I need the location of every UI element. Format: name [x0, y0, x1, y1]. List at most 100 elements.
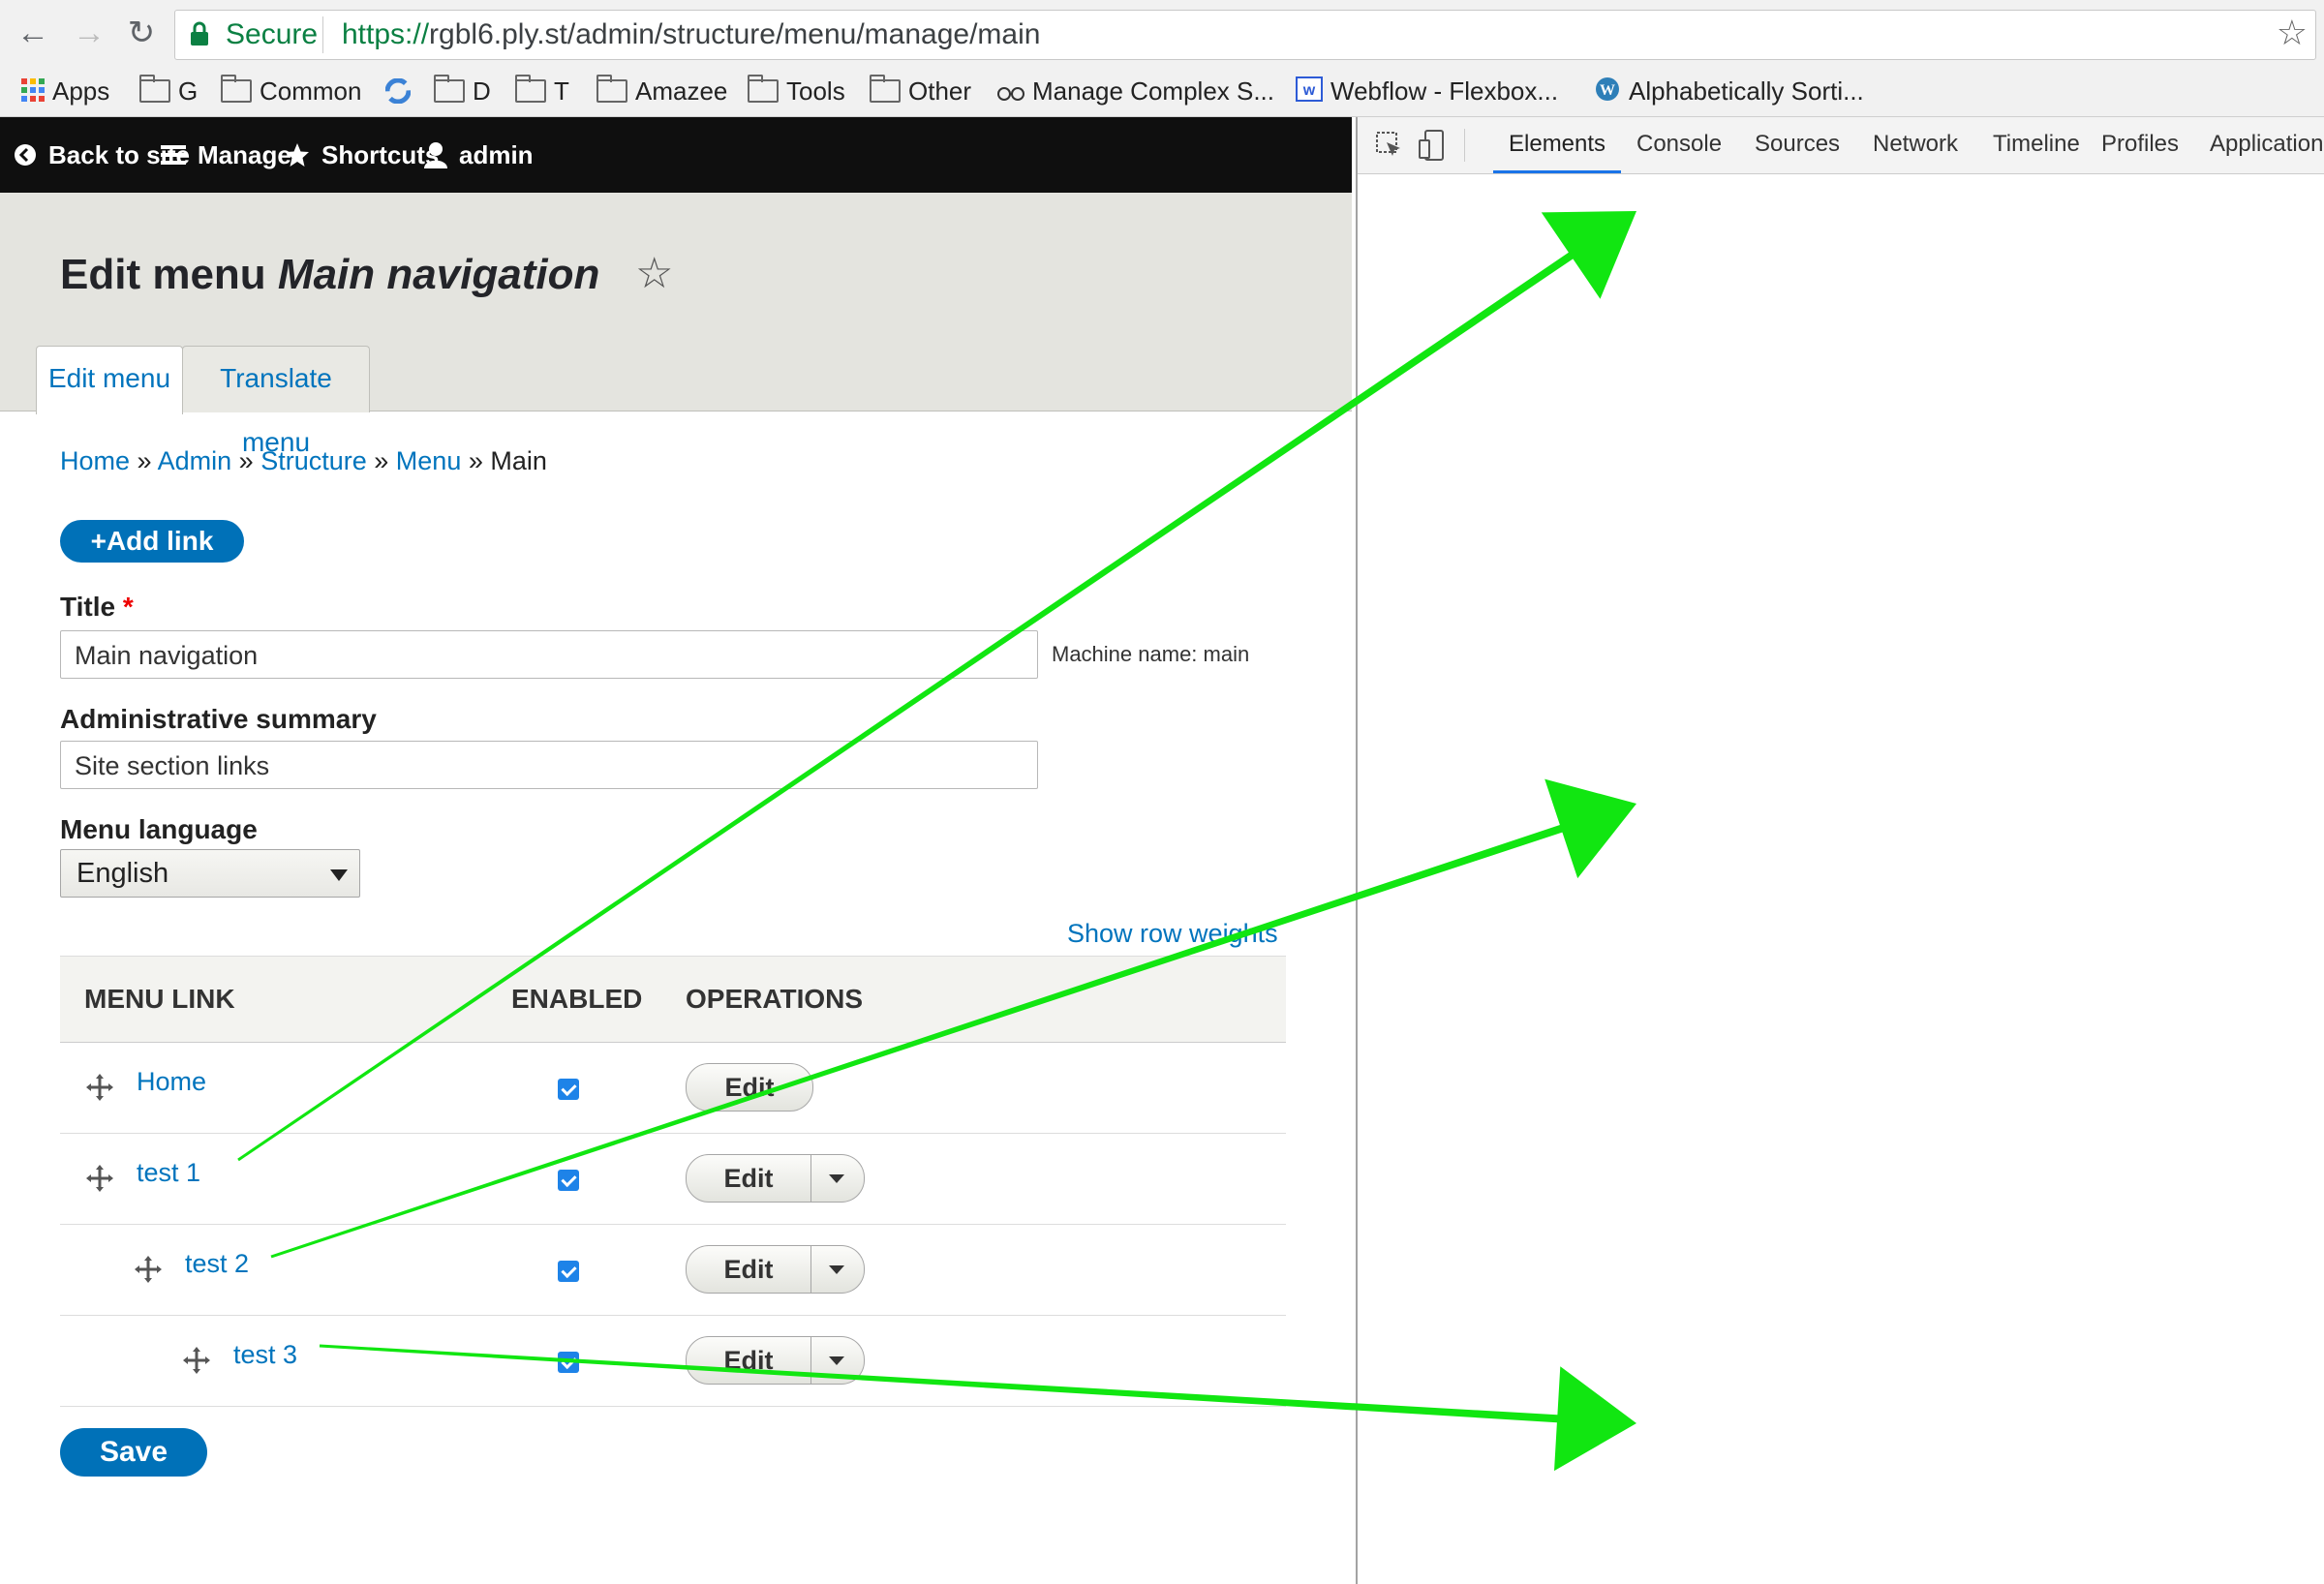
bookmark-item[interactable]: Other: [870, 74, 971, 108]
operations-dropdown-toggle[interactable]: [811, 1336, 865, 1385]
operations-dropdown-toggle[interactable]: [811, 1245, 865, 1294]
bookmark-label: Apps: [52, 76, 110, 106]
menu-link-home[interactable]: Home: [137, 1067, 206, 1097]
page-header: Edit menu Main navigation ☆ Edit menu Tr…: [0, 193, 1352, 457]
show-row-weights-link[interactable]: Show row weights: [1067, 919, 1278, 949]
wordpress-icon: W: [1594, 76, 1621, 111]
col-operations: OPERATIONS: [686, 984, 864, 1014]
shortcut-star-icon[interactable]: ☆: [635, 249, 673, 298]
tab-edit-menu[interactable]: Edit menu: [36, 346, 183, 414]
hamburger-icon: [161, 145, 186, 166]
bookmark-item[interactable]: Amazee: [596, 74, 727, 108]
language-value: English: [76, 858, 169, 889]
devtools-tab-profiles[interactable]: Profiles: [2101, 117, 2179, 173]
title-label-text: Title: [60, 592, 116, 622]
breadcrumb-home[interactable]: Home: [60, 446, 130, 475]
back-arrow-icon[interactable]: ←: [14, 14, 52, 52]
devtools-tab-application[interactable]: Application: [2210, 117, 2323, 173]
star-icon: [286, 143, 309, 168]
drag-handle-icon[interactable]: [134, 1255, 163, 1284]
operations-dropdown-toggle[interactable]: [811, 1154, 865, 1203]
devtools-tab-sources[interactable]: Sources: [1755, 117, 1840, 173]
col-enabled: ENABLED: [511, 984, 643, 1014]
breadcrumb-structure[interactable]: Structure: [260, 446, 367, 475]
browser-chrome: ← → ↻ Secure https://rgbl6.ply.st/admin/…: [0, 0, 2324, 117]
drag-handle-icon[interactable]: [85, 1164, 114, 1193]
summary-input[interactable]: Site section links: [60, 741, 1038, 789]
breadcrumb-menu[interactable]: Menu: [396, 446, 462, 475]
chevron-down-icon: [330, 869, 348, 881]
bookmark-label: G: [178, 76, 199, 106]
edit-button[interactable]: Edit: [686, 1063, 813, 1112]
shortcuts-tab[interactable]: Shortcuts: [285, 117, 439, 193]
edit-button[interactable]: Edit: [686, 1336, 811, 1385]
inspect-element-icon[interactable]: [1375, 131, 1404, 160]
table-row: test 3 Edit: [60, 1315, 1286, 1407]
bookmark-item[interactable]: Common: [221, 74, 361, 108]
reload-icon[interactable]: ↻: [122, 14, 161, 52]
manage-tab[interactable]: Manage: [161, 117, 291, 193]
devtools-tab-timeline[interactable]: Timeline: [1993, 117, 2080, 173]
bookmark-label: Other: [908, 76, 972, 106]
menu-link-test-2[interactable]: test 2: [185, 1249, 249, 1279]
bookmark-label: Tools: [786, 76, 845, 106]
breadcrumb-separator: »: [137, 446, 152, 475]
menu-link-test-1[interactable]: test 1: [137, 1158, 200, 1188]
bookmark-item[interactable]: w Webflow - Flexbox...: [1296, 74, 1558, 108]
menu-link-test-3[interactable]: test 3: [233, 1340, 297, 1370]
table-header: MENU LINK ENABLED OPERATIONS: [60, 956, 1286, 1043]
page-title: Edit menu Main navigation: [60, 251, 599, 299]
breadcrumb-admin[interactable]: Admin: [158, 446, 232, 475]
add-link-button[interactable]: +Add link: [60, 520, 244, 563]
tab-translate-menu[interactable]: Translate menu: [182, 346, 370, 457]
svg-text:W: W: [1600, 82, 1615, 99]
bookmark-item[interactable]: Manage Complex S...: [997, 74, 1274, 108]
breadcrumb-current: Main: [490, 446, 547, 475]
forward-arrow-icon[interactable]: →: [70, 14, 108, 52]
table-row: Home Edit: [60, 1042, 1286, 1134]
bookmark-item[interactable]: Tools: [748, 74, 845, 108]
toolbar-divider: [1464, 129, 1465, 162]
browser-nav-row: ← → ↻ Secure https://rgbl6.ply.st/admin/…: [0, 0, 2324, 68]
language-label: Menu language: [60, 814, 258, 844]
page-title-prefix: Edit menu: [60, 251, 266, 298]
bookmark-item[interactable]: G: [139, 74, 198, 108]
bookmark-item[interactable]: W Alphabetically Sorti...: [1594, 74, 1864, 108]
folder-icon: [515, 75, 546, 104]
lock-icon: [191, 21, 208, 46]
back-circle-icon: [15, 144, 36, 167]
bookmark-item[interactable]: D: [434, 74, 491, 108]
device-mode-icon[interactable]: [1418, 129, 1447, 162]
title-input[interactable]: Main navigation: [60, 630, 1038, 679]
bookmark-label: Amazee: [635, 76, 728, 106]
breadcrumb: Home » Admin » Structure » Menu » Main: [60, 446, 547, 476]
table-row: test 2 Edit: [60, 1224, 1286, 1316]
enabled-checkbox[interactable]: [558, 1261, 579, 1282]
bookmark-item[interactable]: Apps: [21, 74, 109, 108]
language-select[interactable]: English: [60, 849, 360, 898]
summary-label: Administrative summary: [60, 704, 377, 734]
breadcrumb-separator: »: [238, 446, 254, 475]
devtools-tab-network[interactable]: Network: [1873, 117, 1958, 173]
devtools-tab-console[interactable]: Console: [1636, 117, 1722, 173]
devtools-tab-elements[interactable]: Elements: [1493, 117, 1622, 173]
bookmark-label: Alphabetically Sorti...: [1629, 76, 1864, 106]
devtools-toolbar: Elements Console Sources Network Timeline Pro…: [1358, 117, 2324, 174]
enabled-checkbox[interactable]: [558, 1079, 579, 1100]
bookmark-item[interactable]: T: [515, 74, 569, 108]
drag-handle-icon[interactable]: [85, 1073, 114, 1102]
folder-icon: [139, 75, 170, 104]
bookmarks-bar: Apps G Common D T Amazee Tools Other Manage Comp…: [0, 70, 2324, 112]
save-button[interactable]: Save: [60, 1428, 207, 1477]
edit-button[interactable]: Edit: [686, 1154, 811, 1203]
enabled-checkbox[interactable]: [558, 1352, 579, 1373]
devtools-panel: Elements Console Sources Network Timeline Pro…: [1356, 117, 2324, 1584]
address-bar[interactable]: Secure https://rgbl6.ply.st/admin/struct…: [174, 10, 2316, 60]
enabled-checkbox[interactable]: [558, 1170, 579, 1191]
drag-handle-icon[interactable]: [182, 1346, 211, 1375]
url-text[interactable]: https://rgbl6.ply.st/admin/structure/men…: [342, 18, 1040, 51]
breadcrumb-separator: »: [374, 446, 389, 475]
user-tab[interactable]: admin: [424, 117, 534, 193]
bookmark-star-icon[interactable]: ☆: [2277, 13, 2308, 53]
edit-button[interactable]: Edit: [686, 1245, 811, 1294]
